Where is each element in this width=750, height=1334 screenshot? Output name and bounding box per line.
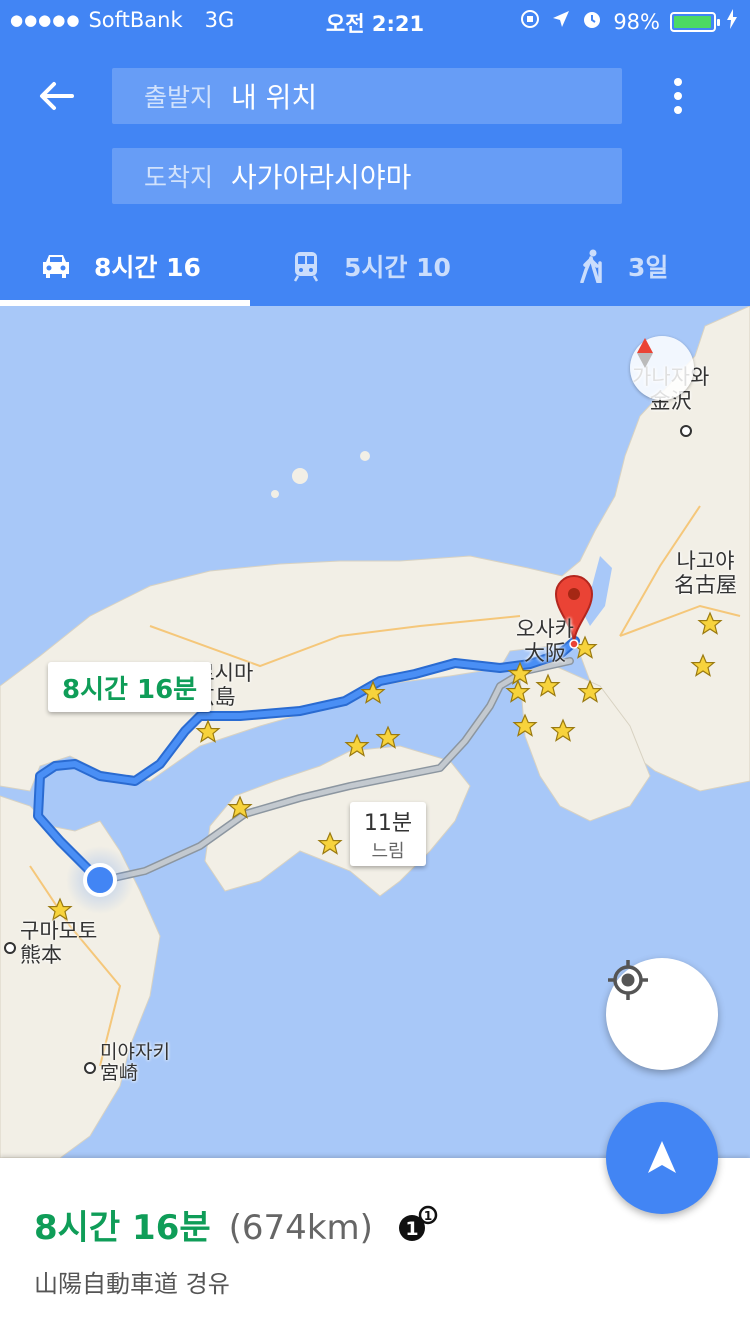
map-label-kumamoto: 구마모토 熊本 <box>20 919 98 967</box>
current-location-dot <box>83 863 117 897</box>
battery-icon <box>670 11 720 32</box>
alternate-route-note: 느림 <box>371 841 405 862</box>
map-view[interactable]: 가나자와 金沢 나고야 名古屋 오사카 大阪 히로시마 広島 구마모토 熊本 미… <box>0 306 750 1158</box>
route-via: 山陽自動車道 경유 <box>34 1270 230 1298</box>
walk-icon <box>580 249 602 283</box>
origin-value: 내 위치 <box>231 81 318 114</box>
start-navigation-button[interactable] <box>606 1102 718 1214</box>
route-summary: 8시간 16분 (674km) <box>34 1200 373 1249</box>
car-icon <box>43 255 69 278</box>
svg-text:1: 1 <box>405 1218 418 1240</box>
origin-field[interactable]: 출발지 내 위치 <box>112 68 622 124</box>
alternate-route-time: 11분 <box>363 811 413 836</box>
alternate-route-callout[interactable]: 11분 느림 <box>350 802 426 866</box>
tab-transit[interactable]: 5시간 10 <box>290 226 451 306</box>
charging-icon <box>726 9 738 34</box>
compass-button[interactable] <box>630 336 694 400</box>
directions-header: ●●●●● SoftBank 3G 오전 2:21 98% 출발지 내 위치 도… <box>0 0 750 306</box>
travel-mode-tabs: 8시간 16 5시간 10 3일 <box>0 226 750 306</box>
tab-driving-label: 8시간 16 <box>94 253 201 282</box>
tab-walking[interactable]: 3일 <box>576 226 668 306</box>
battery-percent: 98% <box>613 9 660 34</box>
compass-icon <box>637 338 653 368</box>
kyushu-land <box>0 795 161 1158</box>
map-label-nagoya: 나고야 名古屋 <box>674 549 737 597</box>
rotation-lock-icon <box>519 8 541 35</box>
tab-walking-label: 3일 <box>628 253 669 282</box>
back-button[interactable] <box>30 72 82 120</box>
svg-text:1: 1 <box>424 1209 432 1223</box>
back-arrow-icon <box>40 82 74 110</box>
destination-field[interactable]: 도착지 사가아라시야마 <box>112 148 622 204</box>
navigation-arrow-icon <box>648 1141 676 1173</box>
destination-value: 사가아라시야마 <box>231 161 412 194</box>
map-label-osaka: 오사카 大阪 <box>516 617 574 665</box>
route-time-callout[interactable]: 8시간 16분 <box>48 662 212 712</box>
more-vert-icon <box>674 78 682 86</box>
my-location-button[interactable] <box>606 958 718 1070</box>
alarm-icon <box>581 8 603 35</box>
summary-distance: (674km) <box>228 1208 373 1248</box>
tab-transit-label: 5시간 10 <box>344 253 451 282</box>
location-arrow-icon <box>551 9 571 34</box>
destination-label: 도착지 <box>144 163 214 192</box>
traffic-incident-icon[interactable]: 1 1 <box>396 1204 442 1244</box>
status-bar: ●●●●● SoftBank 3G 오전 2:21 98% <box>0 0 750 40</box>
tab-driving[interactable]: 8시간 16 <box>40 226 201 306</box>
origin-label: 출발지 <box>144 83 214 112</box>
map-label-miyazaki: 미야자키 宮崎 <box>100 1041 170 1085</box>
my-location-icon <box>608 960 648 1000</box>
summary-duration: 8시간 16분 <box>34 1208 211 1248</box>
more-options-button[interactable] <box>656 70 700 122</box>
train-icon <box>293 252 319 282</box>
